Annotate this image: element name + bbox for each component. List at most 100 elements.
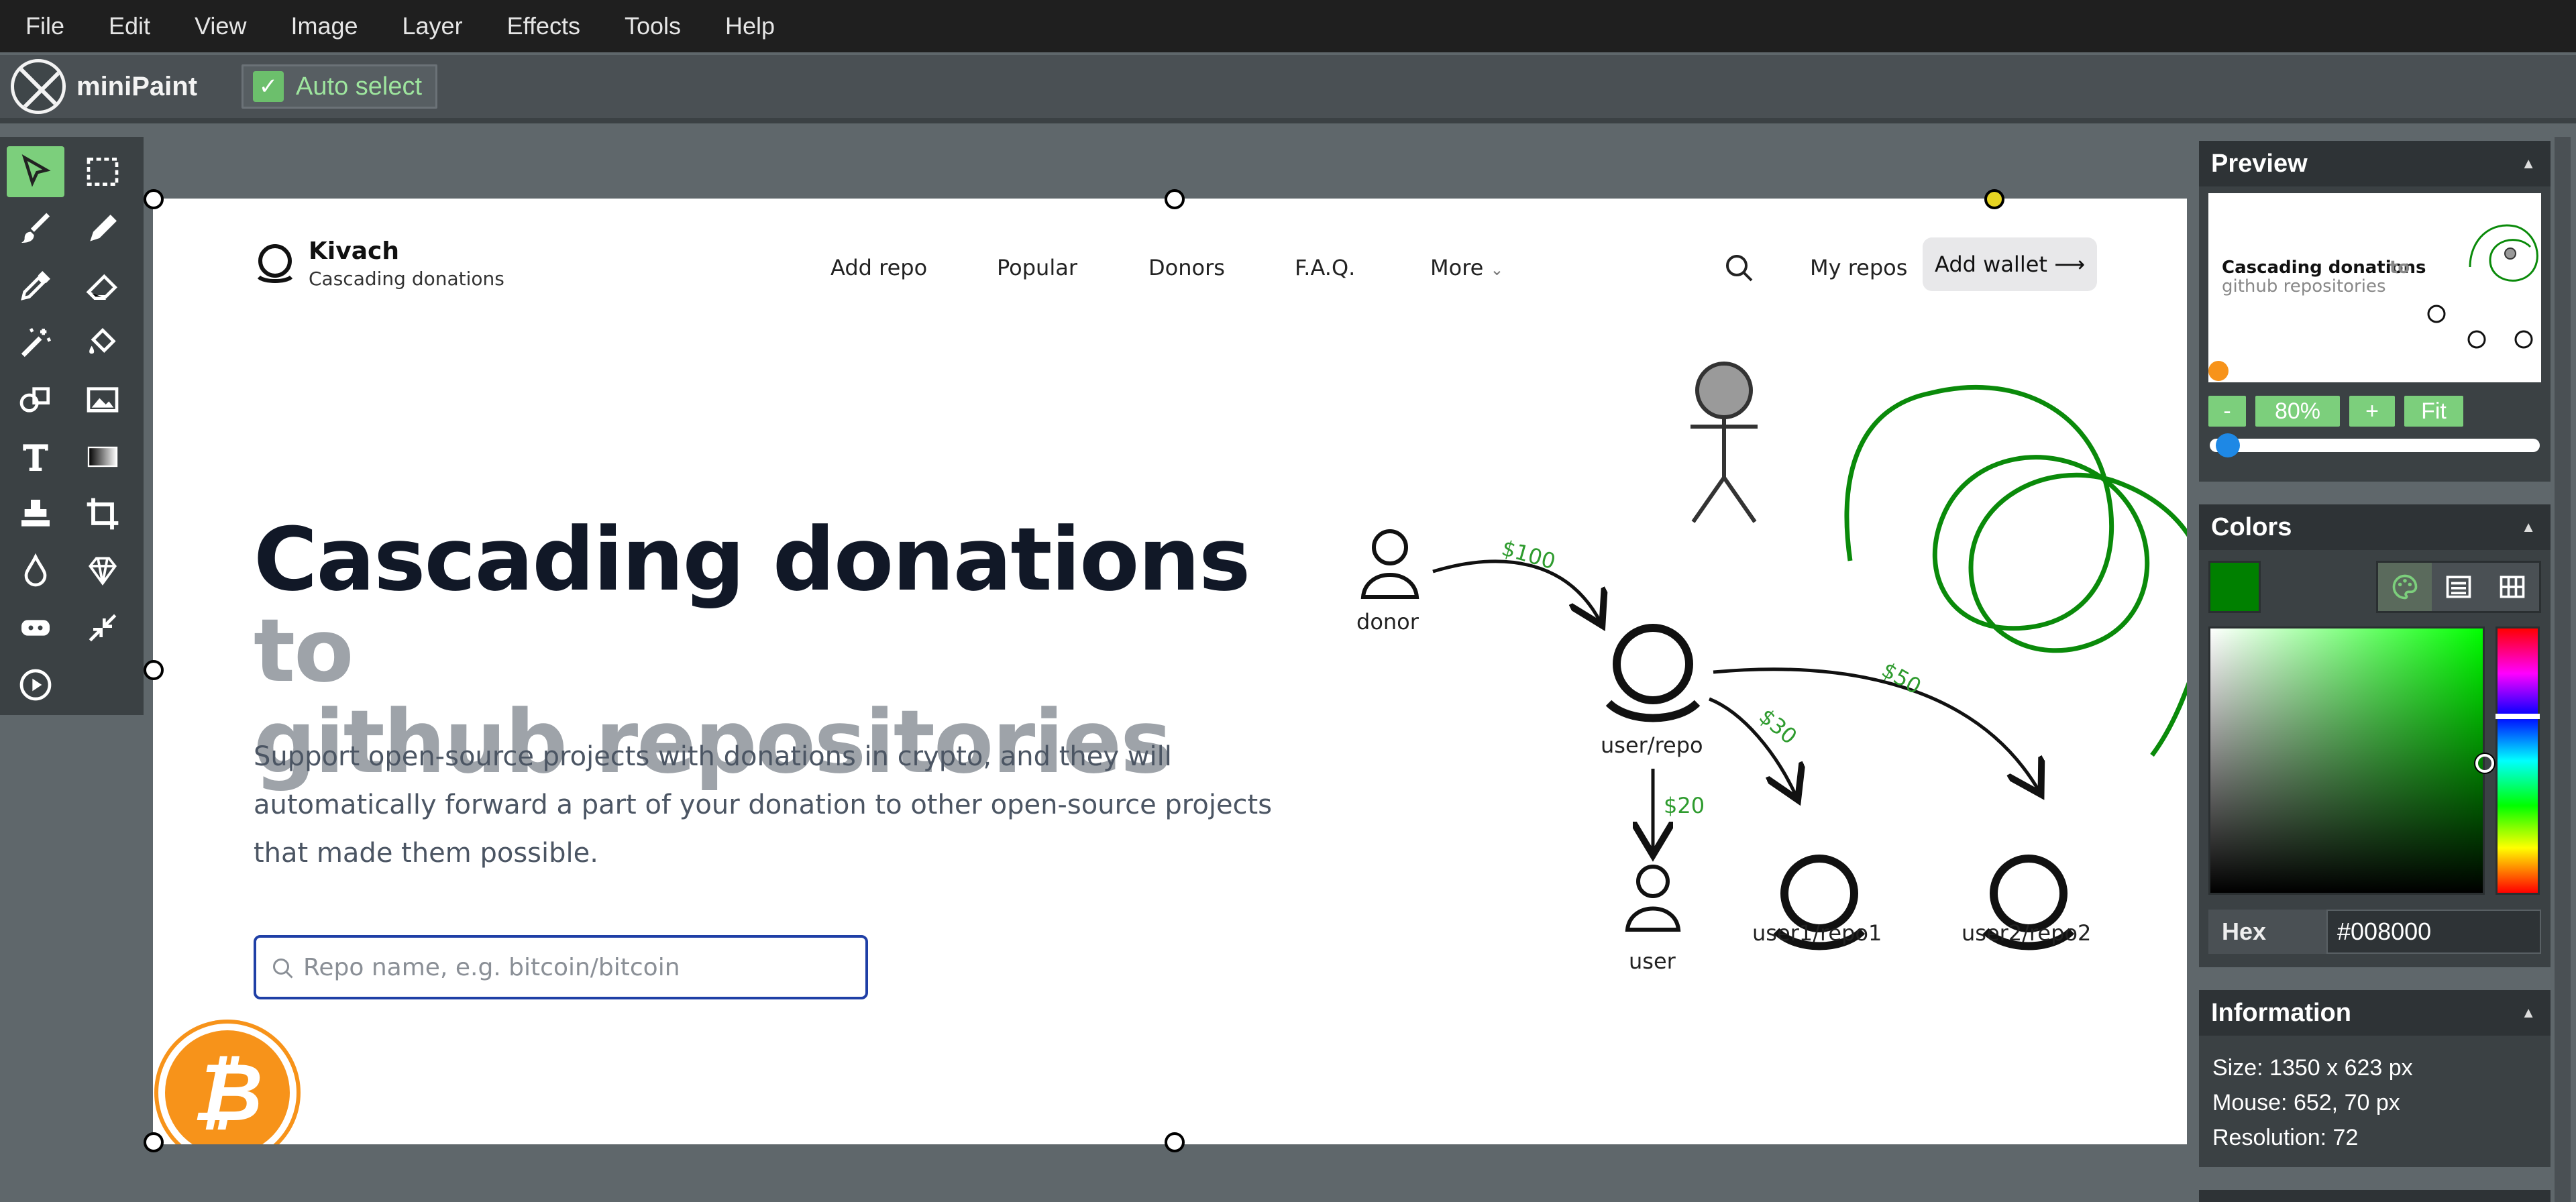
grid-icon xyxy=(2500,576,2525,598)
hex-input[interactable]: #008000 xyxy=(2326,910,2541,954)
resize-handle-top-right[interactable] xyxy=(1984,189,2004,209)
pick-color-icon xyxy=(21,271,50,300)
colors-title: Colors xyxy=(2211,512,2292,541)
tool-desaturate[interactable] xyxy=(7,602,64,653)
tab-list[interactable] xyxy=(2432,563,2485,611)
collapse-triangle-icon: ▲ xyxy=(2521,1004,2536,1021)
sidebar-scrollbar[interactable] xyxy=(2555,137,2571,1202)
arrow-donor-to-repo xyxy=(1432,559,1601,622)
zoom-controls: - 80% + Fit xyxy=(2199,389,2551,433)
tool-media[interactable] xyxy=(74,374,131,425)
menu-file[interactable]: File xyxy=(20,8,70,44)
donor-user-icon xyxy=(1360,529,1419,599)
menu-effects[interactable]: Effects xyxy=(502,8,586,44)
tool-text[interactable] xyxy=(7,431,64,482)
top-toolbar: miniPaint ✓ Auto select xyxy=(0,55,2576,123)
zoom-fit-button[interactable]: Fit xyxy=(2404,396,2463,427)
text-icon xyxy=(23,444,48,471)
color-mode-tabs xyxy=(2376,561,2541,613)
resize-handle-bottom[interactable] xyxy=(1165,1132,1185,1152)
tool-pick-color[interactable] xyxy=(7,260,64,311)
menu-edit[interactable]: Edit xyxy=(103,8,156,44)
auto-select-toggle[interactable]: ✓ Auto select xyxy=(241,64,438,109)
preview-diagram xyxy=(2427,224,2538,349)
clone-icon xyxy=(21,500,50,527)
preview-header[interactable]: Preview ▲ xyxy=(2199,141,2551,186)
sharpen-icon xyxy=(88,557,117,586)
tool-shape[interactable] xyxy=(7,374,64,425)
colors-header[interactable]: Colors ▲ xyxy=(2199,504,2551,550)
minipaint-logo-icon xyxy=(11,59,66,114)
magic-wand-icon xyxy=(21,327,52,358)
zoom-in-button[interactable]: + xyxy=(2349,396,2395,427)
gradient-icon xyxy=(87,446,118,468)
tool-sharpen[interactable] xyxy=(74,545,131,596)
tab-palette[interactable] xyxy=(2378,563,2432,611)
tool-animation[interactable] xyxy=(7,659,64,710)
rect-select-icon xyxy=(87,158,119,186)
tool-blur[interactable] xyxy=(7,545,64,596)
colors-panel: Colors ▲ Hex #008000 xyxy=(2199,504,2551,967)
collapse-triangle-icon: ▲ xyxy=(2521,518,2536,535)
brush-icon xyxy=(21,213,50,243)
resize-handle-top[interactable] xyxy=(1165,189,1185,209)
tool-select[interactable] xyxy=(7,146,64,197)
fill-icon xyxy=(89,328,116,354)
zoom-out-button[interactable]: - xyxy=(2208,396,2246,427)
auto-select-label: Auto select xyxy=(296,72,423,101)
zoom-slider-knob[interactable] xyxy=(2216,433,2240,457)
tool-bulge-pinch[interactable] xyxy=(74,602,131,653)
zoom-value[interactable]: 80% xyxy=(2255,396,2340,427)
information-panel: Information ▲ Size: 1350 x 623 px Mouse:… xyxy=(2199,990,2551,1167)
zoom-slider[interactable] xyxy=(2210,433,2540,457)
tools-panel xyxy=(0,137,144,715)
menu-tools[interactable]: Tools xyxy=(619,8,686,44)
erase-icon xyxy=(86,274,117,300)
menu-image[interactable]: Image xyxy=(285,8,363,44)
menu-layer[interactable]: Layer xyxy=(397,8,468,44)
saturation-value-marker[interactable] xyxy=(2475,754,2494,773)
preview-thumbnail[interactable]: Cascading donations to github repositori… xyxy=(2208,193,2541,382)
app-name: miniPaint xyxy=(76,71,198,101)
menu-view[interactable]: View xyxy=(189,8,252,44)
tool-fill[interactable] xyxy=(74,317,131,368)
menu-help[interactable]: Help xyxy=(720,8,780,44)
tool-clone[interactable] xyxy=(7,488,64,539)
next-panel-header xyxy=(2199,1190,2551,1202)
arrow-repo-to-repo2 xyxy=(1713,667,2039,791)
tool-brush[interactable] xyxy=(7,203,64,254)
saturation-value-area[interactable] xyxy=(2208,626,2485,895)
hue-slider[interactable] xyxy=(2496,626,2540,895)
canvas[interactable]: Kivach Cascading donations Add repo Popu… xyxy=(153,199,2187,1144)
select-icon xyxy=(21,154,51,187)
tool-pencil[interactable] xyxy=(74,203,131,254)
resize-handle-top-left[interactable] xyxy=(144,189,164,209)
tab-grid[interactable] xyxy=(2485,563,2539,611)
info-mouse: Mouse: 652, 70 px xyxy=(2212,1090,2400,1115)
current-color-swatch[interactable] xyxy=(2208,561,2261,613)
preview-title: Preview xyxy=(2211,149,2308,178)
app-logo: miniPaint xyxy=(11,59,197,114)
tool-gradient[interactable] xyxy=(74,431,131,482)
diagram-label-user-repo: user/repo xyxy=(1601,732,1703,758)
list-icon xyxy=(2446,576,2471,598)
checkbox-checked-icon: ✓ xyxy=(253,71,284,102)
tool-erase[interactable] xyxy=(74,260,131,311)
diagram-label-user1-repo1: user1/repo1 xyxy=(1752,920,1882,946)
bulge-pinch-icon xyxy=(89,614,117,642)
tool-rect-select[interactable] xyxy=(74,146,131,197)
preview-headline-grey-to: to xyxy=(2390,258,2410,278)
diagram-label-user: user xyxy=(1629,948,1676,974)
tool-crop[interactable] xyxy=(74,488,131,539)
amount-20: $20 xyxy=(1664,793,1705,818)
palette-icon xyxy=(2392,574,2418,600)
hue-slider-marker[interactable] xyxy=(2496,714,2540,719)
diagram-label-user2-repo2: user2/repo2 xyxy=(1962,920,2092,946)
tool-magic-wand[interactable] xyxy=(7,317,64,368)
information-header[interactable]: Information ▲ xyxy=(2199,990,2551,1036)
resize-handle-left[interactable] xyxy=(144,660,164,680)
color-picker xyxy=(2208,626,2541,895)
preview-panel: Preview ▲ Cascading donations to github … xyxy=(2199,141,2551,482)
resize-handle-bottom-left[interactable] xyxy=(144,1132,164,1152)
desaturate-icon xyxy=(21,620,50,636)
